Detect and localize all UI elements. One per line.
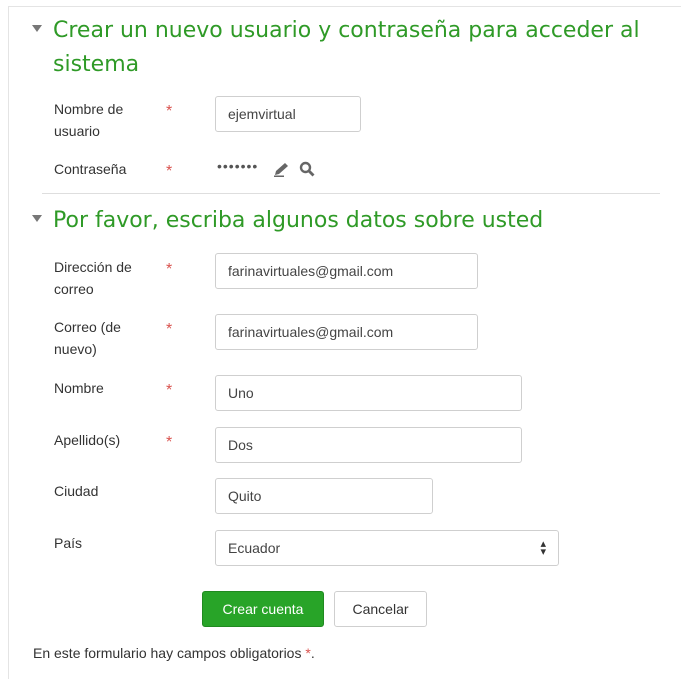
required-note-text: En este formulario hay campos obligatori… bbox=[33, 645, 302, 661]
label-email: Dirección de correo bbox=[54, 259, 132, 297]
required-icon: * bbox=[166, 382, 173, 399]
password-field[interactable]: ••••••• bbox=[217, 158, 258, 174]
username-input[interactable]: ejemvirtual bbox=[215, 96, 361, 132]
required-icon: * bbox=[166, 321, 173, 338]
required-note-period: . bbox=[310, 645, 315, 661]
email-input[interactable]: farinavirtuales@gmail.com bbox=[215, 253, 478, 289]
pencil-icon[interactable] bbox=[273, 161, 291, 182]
label-username: Nombre de usuario bbox=[54, 101, 124, 139]
country-select[interactable]: Ecuador ▴ ▾ bbox=[215, 530, 559, 566]
firstname-input[interactable]: Uno bbox=[215, 375, 522, 411]
required-icon: * bbox=[166, 261, 173, 278]
label-password: Contraseña bbox=[54, 161, 127, 177]
cancel-button[interactable]: Cancelar bbox=[334, 591, 427, 627]
required-icon: * bbox=[166, 103, 173, 120]
section-title-account: Crear un nuevo usuario y contraseña para… bbox=[53, 18, 640, 77]
create-account-button[interactable]: Crear cuenta bbox=[202, 591, 324, 627]
country-select-value: Ecuador bbox=[228, 540, 281, 556]
section-title-personal: Por favor, escriba algunos datos sobre u… bbox=[53, 208, 544, 233]
lastname-input[interactable]: Dos bbox=[215, 427, 522, 463]
collapse-triangle-icon[interactable] bbox=[32, 215, 42, 222]
required-icon: * bbox=[166, 434, 173, 451]
select-arrows-icon: ▴ ▾ bbox=[540, 538, 546, 558]
email-confirm-input[interactable]: farinavirtuales@gmail.com bbox=[215, 314, 478, 350]
section-divider bbox=[42, 193, 660, 194]
label-email-confirm: Correo (de nuevo) bbox=[54, 319, 121, 357]
search-icon[interactable] bbox=[299, 161, 315, 182]
city-input[interactable]: Quito bbox=[215, 478, 433, 514]
section-header-personal[interactable]: Por favor, escriba algunos datos sobre u… bbox=[32, 204, 543, 238]
label-lastname: Apellido(s) bbox=[54, 432, 121, 448]
collapse-triangle-icon[interactable] bbox=[32, 25, 42, 32]
label-country: País bbox=[54, 535, 83, 551]
label-firstname: Nombre bbox=[54, 380, 104, 396]
required-icon: * bbox=[166, 163, 173, 180]
section-header-account[interactable]: Crear un nuevo usuario y contraseña para… bbox=[32, 14, 643, 82]
label-city: Ciudad bbox=[54, 483, 99, 499]
required-fields-note: En este formulario hay campos obligatori… bbox=[33, 645, 315, 661]
